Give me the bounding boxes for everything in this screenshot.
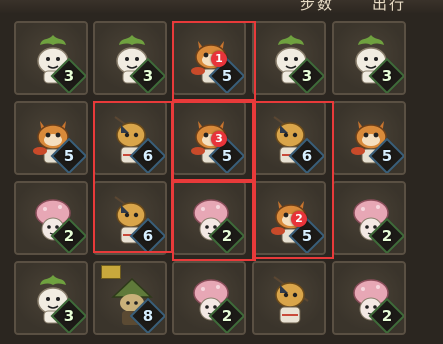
value-badge-number: 3 — [63, 307, 75, 325]
value-badge-number: 3 — [381, 67, 393, 85]
board-tile-radish[interactable]: 3 — [14, 261, 88, 335]
value-badge-number: 5 — [301, 227, 313, 245]
value-badge-number: 2 — [63, 227, 75, 245]
step-marker: 1 — [211, 51, 227, 67]
board-tile-fisher[interactable] — [252, 261, 326, 335]
board-tile-radish[interactable]: 3 — [93, 21, 167, 95]
board-tile-mushroom[interactable]: 2 — [332, 181, 406, 255]
board-tile-radish[interactable]: 3 — [14, 21, 88, 95]
value-badge-number: 5 — [221, 147, 233, 165]
fisher-icon — [268, 271, 314, 329]
board-tile-raccoon[interactable]: 5 — [14, 101, 88, 175]
board-tile-raccoon[interactable]: 53 — [172, 101, 246, 175]
value-badge-number: 5 — [381, 147, 393, 165]
board-tile-radish[interactable]: 3 — [332, 21, 406, 95]
value-badge-number: 5 — [221, 67, 233, 85]
value-badge-number: 6 — [301, 147, 313, 165]
value-badge-number: 2 — [221, 307, 233, 325]
value-badge-number: 3 — [142, 67, 154, 85]
value-badge-number: 2 — [381, 227, 393, 245]
board-tile-fisher[interactable]: 6 — [93, 101, 167, 175]
value-badge-number: 3 — [63, 67, 75, 85]
board-tile-raccoon[interactable]: 51 — [172, 21, 246, 95]
board-tile-raccoon[interactable]: 5 — [332, 101, 406, 175]
value-badge-number: 6 — [142, 227, 154, 245]
board-tile-mushroom[interactable]: 2 — [172, 181, 246, 255]
board-tile-mushroom[interactable]: 2 — [14, 181, 88, 255]
board-tile-mushroom[interactable]: 2 — [332, 261, 406, 335]
board-tile-radish[interactable]: 3 — [252, 21, 326, 95]
value-badge-number: 6 — [142, 147, 154, 165]
value-badge-number: 5 — [63, 147, 75, 165]
board-tile-raccoon[interactable]: 52 — [252, 181, 326, 255]
value-badge-number: 3 — [301, 67, 313, 85]
game-board: 3351335653652625223822 — [0, 0, 443, 344]
value-badge-number: 8 — [142, 307, 154, 325]
step-marker: 3 — [211, 131, 227, 147]
board-tile-mushroom[interactable]: 2 — [172, 261, 246, 335]
flag-icon — [101, 265, 121, 279]
value-badge-number: 2 — [221, 227, 233, 245]
value-badge-number: 2 — [381, 307, 393, 325]
board-tile-fisher[interactable]: 6 — [93, 181, 167, 255]
board-tile-wizard[interactable]: 8 — [93, 261, 167, 335]
board-tile-fisher[interactable]: 6 — [252, 101, 326, 175]
step-marker: 2 — [291, 211, 307, 227]
